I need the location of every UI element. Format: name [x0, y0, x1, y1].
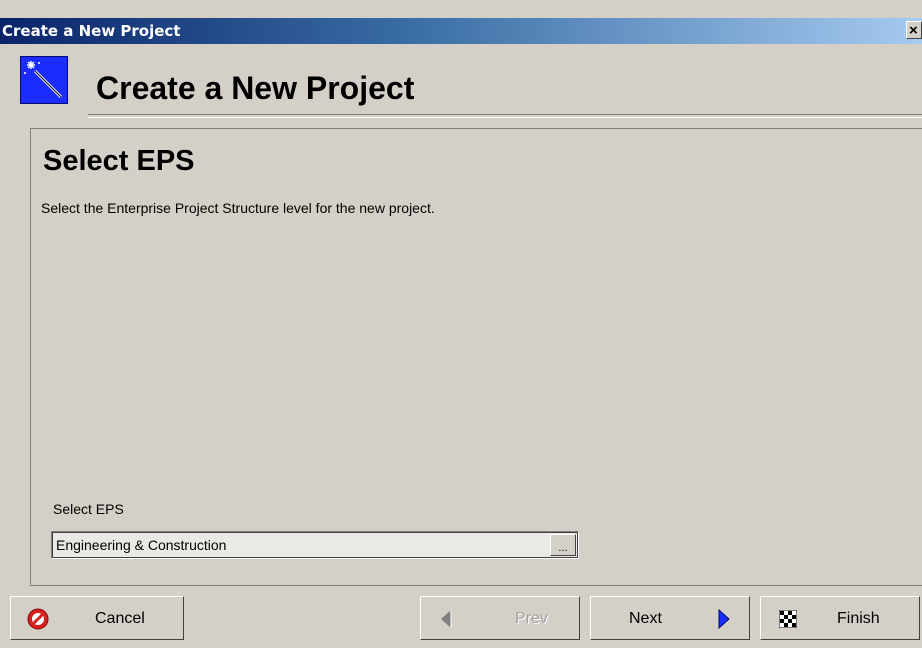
eps-browse-button[interactable]: ... — [550, 534, 576, 556]
step-title: Select EPS — [43, 145, 195, 177]
wizard-step-panel: Select EPS Select the Enterprise Project… — [30, 128, 922, 586]
eps-field[interactable]: Engineering & Construction ... — [51, 531, 579, 559]
checkered-flag-icon — [779, 610, 797, 628]
left-arrow-icon — [441, 610, 452, 628]
header-divider — [88, 114, 922, 118]
prev-label: Prev — [515, 610, 548, 627]
cancel-label: Cancel — [95, 610, 145, 627]
cancel-button[interactable]: Cancel — [10, 596, 184, 640]
finish-label: Finish — [837, 610, 880, 627]
step-description: Select the Enterprise Project Structure … — [41, 200, 435, 216]
window-title: Create a New Project — [2, 22, 181, 40]
next-label: Next — [629, 610, 662, 627]
right-arrow-icon — [718, 609, 730, 629]
close-icon: × — [909, 22, 918, 39]
eps-value: Engineering & Construction — [56, 537, 227, 553]
finish-button[interactable]: Finish — [760, 596, 920, 640]
next-button[interactable]: Next — [590, 596, 750, 640]
no-entry-icon — [27, 608, 49, 630]
prev-button[interactable]: Prev — [420, 596, 580, 640]
window-titlebar: Create a New Project × — [0, 18, 922, 44]
wizard-title: Create a New Project — [96, 70, 415, 106]
close-button[interactable]: × — [906, 21, 922, 39]
eps-label: Select EPS — [53, 501, 124, 517]
magic-wand-icon — [20, 56, 68, 104]
wizard-header: Create a New Project — [0, 44, 922, 126]
